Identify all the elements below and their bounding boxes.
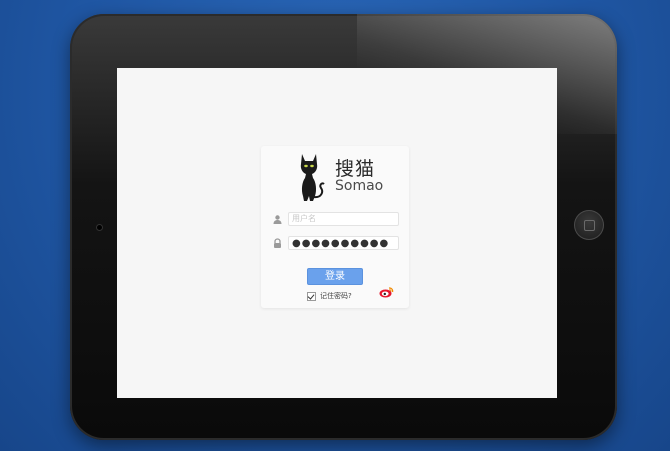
camera-icon xyxy=(97,225,102,230)
login-card: 搜猫 Somao ●●●●●●●●●● 登录 记住密码? xyxy=(261,146,409,308)
tablet-frame: 搜猫 Somao ●●●●●●●●●● 登录 记住密码? xyxy=(70,14,617,440)
remember-checkbox[interactable] xyxy=(307,291,316,301)
username-input[interactable] xyxy=(288,212,399,226)
login-button[interactable]: 登录 xyxy=(307,268,363,285)
black-cat-icon xyxy=(300,154,325,201)
lock-icon xyxy=(274,238,281,248)
home-button[interactable] xyxy=(574,210,604,240)
password-input[interactable]: ●●●●●●●●●● xyxy=(288,236,399,250)
user-icon xyxy=(273,215,282,224)
tablet-screen: 搜猫 Somao ●●●●●●●●●● 登录 记住密码? xyxy=(117,68,557,398)
brand-title: 搜猫 xyxy=(335,158,376,180)
brand-subtitle: Somao xyxy=(335,178,384,194)
weibo-icon[interactable] xyxy=(379,286,394,298)
home-button-icon xyxy=(583,219,595,231)
remember-label: 记住密码? xyxy=(320,292,352,300)
remember-password[interactable]: 记住密码? xyxy=(307,291,352,301)
